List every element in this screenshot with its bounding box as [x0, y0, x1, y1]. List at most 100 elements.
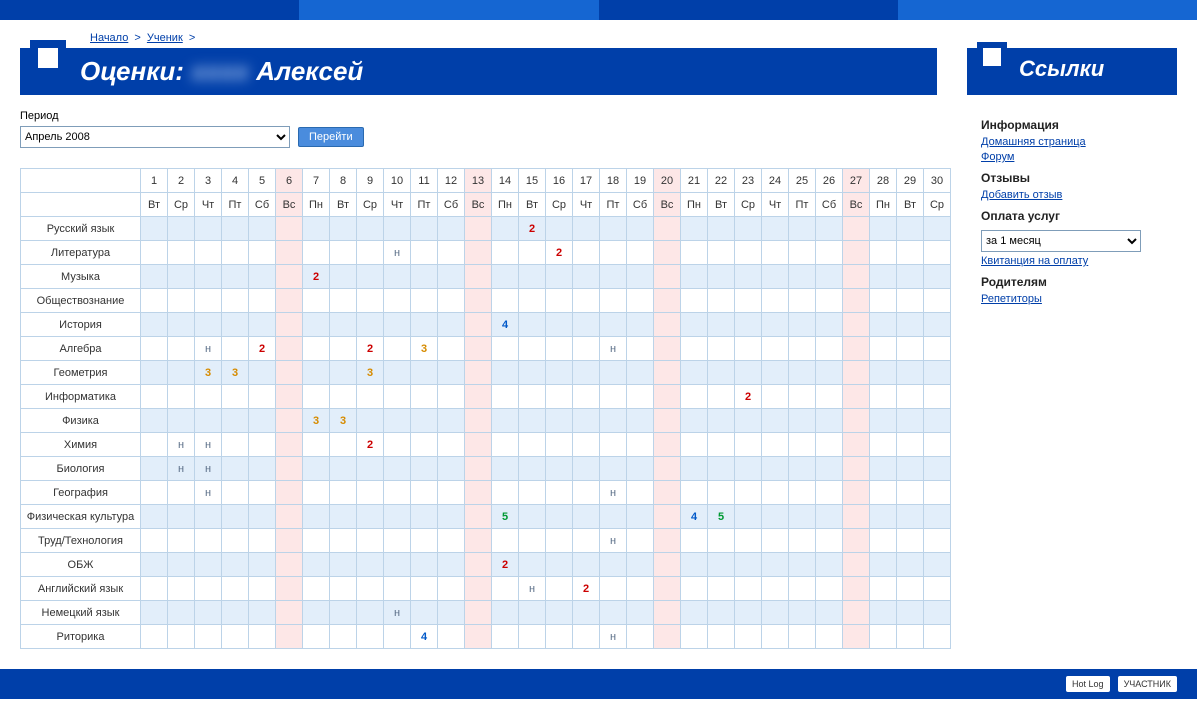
grade-cell[interactable]	[249, 385, 276, 409]
grade-cell[interactable]	[789, 457, 816, 481]
grade-cell[interactable]	[141, 241, 168, 265]
grade-cell[interactable]	[627, 433, 654, 457]
grade-cell[interactable]	[897, 409, 924, 433]
grade-cell[interactable]	[519, 337, 546, 361]
grade-cell[interactable]	[789, 529, 816, 553]
grade-cell[interactable]: н	[195, 337, 222, 361]
grade-cell[interactable]	[600, 433, 627, 457]
grade-cell[interactable]	[141, 337, 168, 361]
grade-cell[interactable]	[330, 433, 357, 457]
grade-cell[interactable]	[762, 265, 789, 289]
grade-cell[interactable]	[411, 457, 438, 481]
grade-cell[interactable]: 2	[303, 265, 330, 289]
grade-cell[interactable]	[276, 529, 303, 553]
grade-cell[interactable]	[222, 553, 249, 577]
grade-cell[interactable]	[762, 505, 789, 529]
grade-cell[interactable]	[897, 385, 924, 409]
grade-cell[interactable]	[168, 505, 195, 529]
grade-cell[interactable]	[843, 385, 870, 409]
grade-cell[interactable]	[735, 433, 762, 457]
grade-cell[interactable]	[897, 361, 924, 385]
grade-cell[interactable]	[438, 577, 465, 601]
grade-cell[interactable]: н	[600, 529, 627, 553]
grade-cell[interactable]	[897, 481, 924, 505]
grade-cell[interactable]	[438, 265, 465, 289]
grade-cell[interactable]	[816, 313, 843, 337]
grade-cell[interactable]	[330, 481, 357, 505]
grade-cell[interactable]	[492, 601, 519, 625]
grade-cell[interactable]	[195, 505, 222, 529]
grade-cell[interactable]: н	[195, 433, 222, 457]
grade-cell[interactable]	[357, 481, 384, 505]
grade-cell[interactable]	[465, 313, 492, 337]
grade-cell[interactable]	[492, 361, 519, 385]
grade-cell[interactable]	[276, 337, 303, 361]
grade-cell[interactable]	[708, 481, 735, 505]
grade-cell[interactable]	[843, 217, 870, 241]
grade-cell[interactable]	[276, 601, 303, 625]
grade-cell[interactable]	[303, 529, 330, 553]
grade-cell[interactable]	[627, 625, 654, 649]
grade-cell[interactable]	[357, 217, 384, 241]
grade-cell[interactable]	[816, 481, 843, 505]
grade-cell[interactable]	[330, 457, 357, 481]
breadcrumb-student[interactable]: Ученик	[147, 32, 183, 44]
grade-cell[interactable]	[141, 409, 168, 433]
grade-cell[interactable]	[141, 313, 168, 337]
grade-cell[interactable]	[654, 505, 681, 529]
grade-cell[interactable]	[546, 385, 573, 409]
grade-cell[interactable]	[276, 409, 303, 433]
grade-cell[interactable]	[600, 409, 627, 433]
grade-cell[interactable]	[519, 265, 546, 289]
go-button[interactable]: Перейти	[298, 127, 364, 147]
grade-cell[interactable]	[708, 457, 735, 481]
grade-cell[interactable]	[816, 553, 843, 577]
grade-cell[interactable]	[870, 241, 897, 265]
grade-cell[interactable]	[195, 577, 222, 601]
grade-cell[interactable]	[735, 217, 762, 241]
grade-cell[interactable]	[168, 553, 195, 577]
grade-cell[interactable]: н	[168, 433, 195, 457]
grade-cell[interactable]	[681, 433, 708, 457]
grade-cell[interactable]	[330, 265, 357, 289]
grade-cell[interactable]: 2	[735, 385, 762, 409]
grade-cell[interactable]	[519, 457, 546, 481]
grade-cell[interactable]	[141, 601, 168, 625]
grade-cell[interactable]	[330, 553, 357, 577]
grade-cell[interactable]	[546, 337, 573, 361]
grade-cell[interactable]	[384, 433, 411, 457]
grade-cell[interactable]	[681, 217, 708, 241]
grade-cell[interactable]	[519, 289, 546, 313]
grade-cell[interactable]	[816, 625, 843, 649]
grade-cell[interactable]	[681, 313, 708, 337]
grade-cell[interactable]	[384, 313, 411, 337]
grade-cell[interactable]	[168, 409, 195, 433]
grade-cell[interactable]	[924, 481, 951, 505]
grade-cell[interactable]	[357, 265, 384, 289]
grade-cell[interactable]	[438, 385, 465, 409]
grade-cell[interactable]	[411, 577, 438, 601]
grade-cell[interactable]	[573, 433, 600, 457]
grade-cell[interactable]	[762, 385, 789, 409]
grade-cell[interactable]	[735, 289, 762, 313]
grade-cell[interactable]	[519, 529, 546, 553]
grade-cell[interactable]	[465, 601, 492, 625]
grade-cell[interactable]	[303, 217, 330, 241]
grade-cell[interactable]	[141, 625, 168, 649]
grade-cell[interactable]	[843, 241, 870, 265]
grade-cell[interactable]	[492, 217, 519, 241]
grade-cell[interactable]	[924, 241, 951, 265]
grade-cell[interactable]	[438, 289, 465, 313]
grade-cell[interactable]	[384, 265, 411, 289]
grade-cell[interactable]	[924, 577, 951, 601]
grade-cell[interactable]	[735, 577, 762, 601]
grade-cell[interactable]	[519, 481, 546, 505]
grade-cell[interactable]	[897, 433, 924, 457]
grade-cell[interactable]	[168, 481, 195, 505]
grade-cell[interactable]	[600, 385, 627, 409]
grade-cell[interactable]	[222, 529, 249, 553]
grade-cell[interactable]	[654, 457, 681, 481]
grade-cell[interactable]	[870, 481, 897, 505]
grade-cell[interactable]	[843, 457, 870, 481]
grade-cell[interactable]	[816, 409, 843, 433]
